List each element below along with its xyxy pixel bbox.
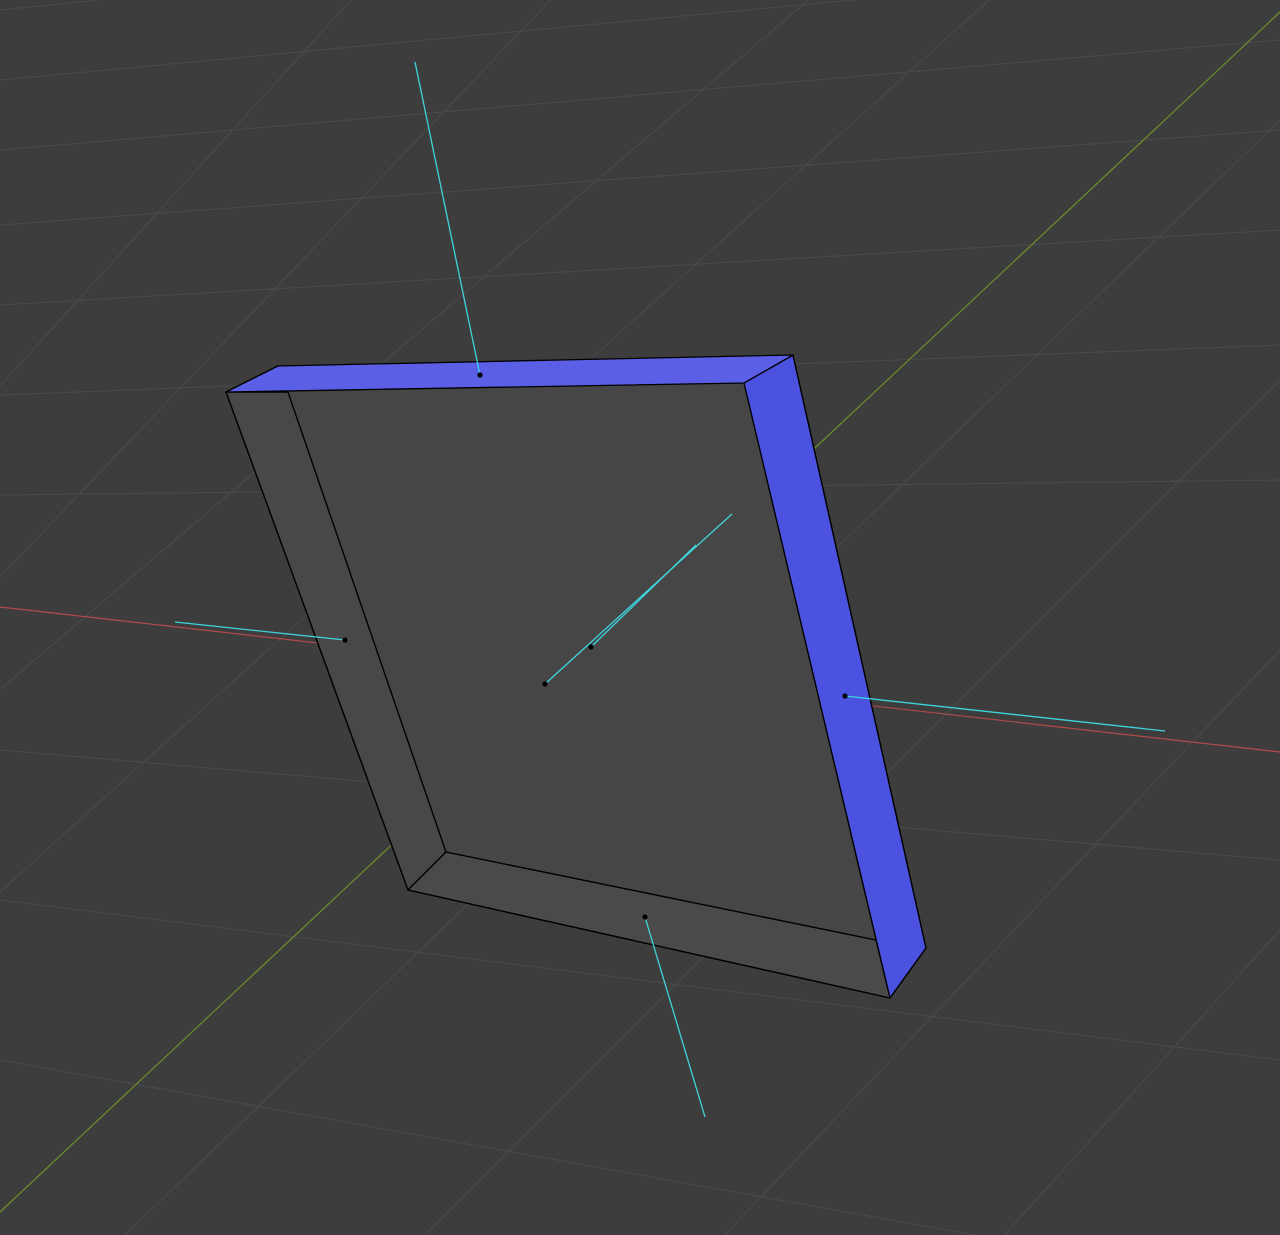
face-dot[interactable] <box>842 693 848 699</box>
face-dot[interactable] <box>342 637 348 643</box>
face-dot[interactable] <box>542 681 548 687</box>
face-dot[interactable] <box>477 372 483 378</box>
3d-viewport[interactable] <box>0 0 1280 1235</box>
face-dot[interactable] <box>642 914 648 920</box>
face-dot[interactable] <box>588 644 594 650</box>
